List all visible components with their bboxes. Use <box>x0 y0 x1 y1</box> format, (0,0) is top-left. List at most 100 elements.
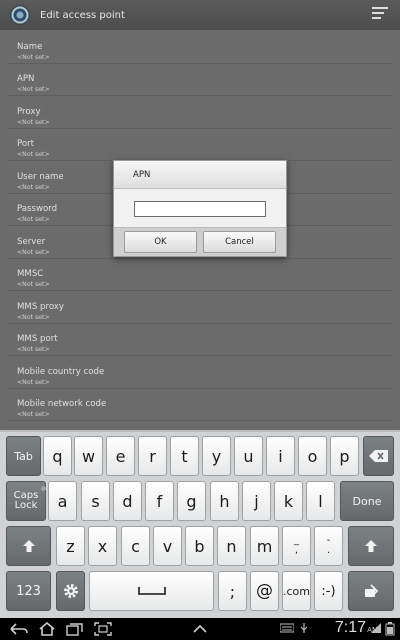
list-item-value: <Not set> <box>17 379 50 386</box>
key-smiley[interactable]: :-) <box>314 571 343 611</box>
menu-icon[interactable] <box>372 7 388 23</box>
screenshot-icon[interactable] <box>94 622 112 636</box>
key-p[interactable]: p <box>330 436 359 476</box>
key-dotcom[interactable]: .com <box>282 571 311 611</box>
key-w[interactable]: w <box>74 436 103 476</box>
list-item-name[interactable]: Name <Not set> <box>8 32 392 64</box>
list-item-label: MMS proxy <box>17 302 64 312</box>
title-bar: Edit access point <box>0 0 400 30</box>
on-screen-keyboard: Tab q w e r t y u i o p Caps Lock a s d … <box>0 430 400 618</box>
list-item-label: Proxy <box>17 107 41 117</box>
key-u[interactable]: u <box>234 436 263 476</box>
key-e[interactable]: e <box>106 436 135 476</box>
key-period-label: . <box>326 545 331 556</box>
list-item-mobile-country-code[interactable]: Mobile country code <Not set> <box>8 357 392 389</box>
key-n[interactable]: n <box>217 526 246 566</box>
key-m[interactable]: m <box>250 526 279 566</box>
list-item-label: Name <box>17 42 43 52</box>
key-i[interactable]: i <box>266 436 295 476</box>
backspace-icon <box>368 450 388 462</box>
shift-icon <box>365 540 377 552</box>
shift-icon <box>22 540 35 552</box>
key-dash-period[interactable]: - . <box>314 526 343 566</box>
key-r[interactable]: r <box>138 436 167 476</box>
list-item-value: <Not set> <box>17 249 50 256</box>
caps-lock-indicator <box>41 486 46 491</box>
list-item-mmsc[interactable]: MMSC <Not set> <box>8 259 392 291</box>
key-t[interactable]: t <box>170 436 199 476</box>
list-item-label: Password <box>17 204 58 214</box>
key-comma-label: , <box>294 545 299 556</box>
home-icon[interactable] <box>38 622 56 636</box>
list-item-value: <Not set> <box>17 184 50 191</box>
cancel-button[interactable]: Cancel <box>203 231 276 253</box>
system-navigation-bar: 7:17 AM <box>0 618 400 640</box>
list-item-label: Port <box>17 139 35 149</box>
recent-apps-icon[interactable] <box>66 622 84 636</box>
key-tab[interactable]: Tab <box>6 436 41 476</box>
dialog-title: APN <box>133 170 151 180</box>
list-item-apn[interactable]: APN <Not set> <box>8 64 392 96</box>
apn-dialog: APN OK Cancel <box>113 160 287 257</box>
key-x[interactable]: x <box>88 526 117 566</box>
list-item-label: Mobile country code <box>17 367 105 377</box>
key-o[interactable]: o <box>298 436 327 476</box>
list-item-port[interactable]: Port <Not set> <box>8 129 392 161</box>
key-d[interactable]: d <box>113 481 142 521</box>
backspace-key[interactable] <box>363 436 394 476</box>
apn-input[interactable] <box>134 201 266 217</box>
key-at[interactable]: @ <box>250 571 279 611</box>
key-f[interactable]: f <box>145 481 174 521</box>
battery-icon <box>385 622 395 636</box>
key-h[interactable]: h <box>210 481 239 521</box>
list-item-mobile-network-code[interactable]: Mobile network code <Not set> <box>8 389 392 421</box>
list-item-value: <Not set> <box>17 346 50 353</box>
clipboard-key[interactable] <box>348 571 394 611</box>
key-s[interactable]: s <box>81 481 110 521</box>
space-key[interactable] <box>89 571 214 611</box>
key-q[interactable]: q <box>43 436 72 476</box>
key-v[interactable]: v <box>153 526 182 566</box>
page-title: Edit access point <box>40 9 125 21</box>
list-item-proxy[interactable]: Proxy <Not set> <box>8 97 392 129</box>
key-y[interactable]: y <box>202 436 231 476</box>
shift-key-left[interactable] <box>6 526 51 566</box>
list-item-mms-proxy[interactable]: MMS proxy <Not set> <box>8 292 392 324</box>
back-icon[interactable] <box>10 622 28 636</box>
list-item-value: <Not set> <box>17 411 50 418</box>
done-key[interactable]: Done <box>340 481 394 521</box>
list-item-label: APN <box>17 74 35 84</box>
settings-key[interactable] <box>56 571 85 611</box>
list-item-label: User name <box>17 172 64 182</box>
key-semicolon[interactable]: ; <box>218 571 247 611</box>
space-icon <box>137 587 166 595</box>
signal-icon <box>371 623 381 633</box>
clipboard-icon <box>365 584 379 597</box>
list-item-value: <Not set> <box>17 216 50 223</box>
list-item-mms-port[interactable]: MMS port <Not set> <box>8 324 392 356</box>
key-j[interactable]: j <box>242 481 271 521</box>
ok-button[interactable]: OK <box>124 231 197 253</box>
key-underscore-comma[interactable]: _ , <box>282 526 311 566</box>
key-l[interactable]: l <box>306 481 335 521</box>
clock: 7:17 <box>334 619 366 636</box>
list-item-value: <Not set> <box>17 151 50 158</box>
key-a[interactable]: a <box>48 481 77 521</box>
list-item-value: <Not set> <box>17 314 50 321</box>
chevron-up-icon[interactable] <box>192 622 208 636</box>
shift-key-right[interactable] <box>348 526 394 566</box>
list-item-value: <Not set> <box>17 281 50 288</box>
key-caps-lock[interactable]: Caps Lock <box>6 481 46 521</box>
list-item-value: <Not set> <box>17 119 50 126</box>
list-item-value: <Not set> <box>17 54 50 61</box>
list-item-label: Server <box>17 237 46 247</box>
key-z[interactable]: z <box>56 526 85 566</box>
settings-app-icon <box>10 5 30 25</box>
key-b[interactable]: b <box>185 526 214 566</box>
caps-label-bottom: Lock <box>14 500 38 511</box>
list-item-label: MMSC <box>17 269 44 279</box>
key-k[interactable]: k <box>274 481 303 521</box>
key-123[interactable]: 123 <box>6 571 51 611</box>
key-c[interactable]: c <box>121 526 150 566</box>
key-g[interactable]: g <box>177 481 206 521</box>
